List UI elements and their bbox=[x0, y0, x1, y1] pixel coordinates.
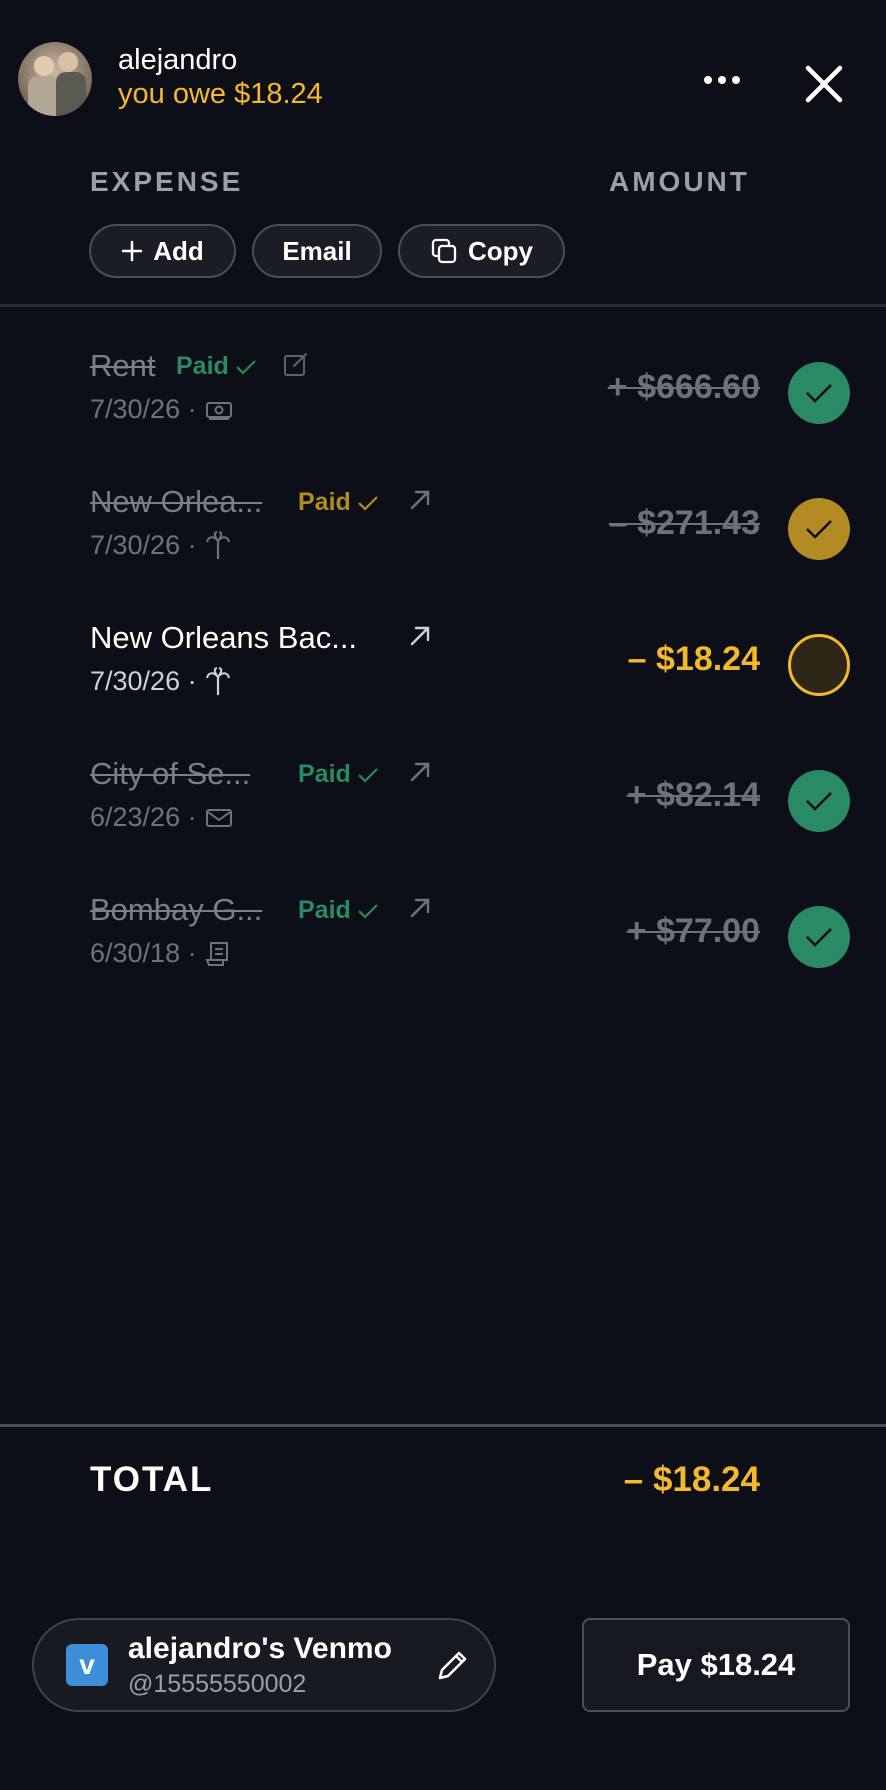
paid-badge: Paid bbox=[298, 896, 379, 925]
unpaid-status-toggle[interactable] bbox=[788, 634, 850, 696]
open-link-icon[interactable] bbox=[406, 486, 434, 514]
palm-tree-icon bbox=[205, 530, 230, 559]
open-link-icon[interactable] bbox=[406, 894, 434, 922]
paid-status-toggle[interactable] bbox=[788, 362, 850, 424]
header-divider bbox=[0, 304, 886, 307]
paid-status-toggle[interactable] bbox=[788, 498, 850, 560]
expense-row[interactable]: Bombay G... Paid 6/30/18 · + $77.00 bbox=[0, 884, 886, 1020]
expense-title: Bombay G... bbox=[90, 892, 263, 927]
paid-label: Paid bbox=[176, 352, 229, 380]
total-divider bbox=[0, 1424, 886, 1427]
owe-summary: you owe $18.24 bbox=[118, 78, 323, 110]
expense-amount: + $666.60 bbox=[607, 368, 760, 406]
expense-row[interactable]: Rent Paid 7/30/26 · + $666.60 bbox=[0, 340, 886, 476]
paid-label: Paid bbox=[298, 896, 351, 924]
venmo-account-selector[interactable]: v alejandro's Venmo @15555550002 bbox=[32, 1618, 496, 1712]
receipt-icon bbox=[205, 941, 228, 966]
expense-date: 6/23/26 · bbox=[90, 802, 233, 833]
paid-label: Paid bbox=[298, 488, 351, 516]
avatar[interactable] bbox=[18, 42, 92, 116]
check-icon bbox=[806, 520, 832, 539]
pencil-icon[interactable] bbox=[432, 1646, 472, 1686]
total-label: TOTAL bbox=[90, 1460, 214, 1499]
check-icon bbox=[236, 359, 256, 375]
expense-amount: – $271.43 bbox=[608, 504, 760, 542]
paid-badge: Paid bbox=[176, 352, 257, 381]
username: alejandro bbox=[118, 44, 238, 76]
check-icon bbox=[358, 495, 378, 511]
expense-row[interactable]: New Orlea... Paid 7/30/26 · – $271.43 bbox=[0, 476, 886, 612]
check-icon bbox=[806, 928, 832, 947]
paid-badge: Paid bbox=[298, 760, 379, 789]
palm-tree-icon bbox=[205, 666, 230, 695]
expense-amount: – $18.24 bbox=[627, 640, 760, 678]
open-link-icon[interactable] bbox=[406, 758, 434, 786]
pay-button[interactable]: Pay $18.24 bbox=[582, 1618, 850, 1712]
paid-status-toggle[interactable] bbox=[788, 770, 850, 832]
check-icon bbox=[358, 903, 378, 919]
expense-amount: + $82.14 bbox=[626, 776, 760, 814]
envelope-icon bbox=[205, 808, 232, 827]
paid-status-toggle[interactable] bbox=[788, 906, 850, 968]
close-icon[interactable] bbox=[800, 60, 848, 108]
expense-row[interactable]: City of Se... Paid 6/23/26 · + $82.14 bbox=[0, 748, 886, 884]
copy-icon bbox=[431, 238, 457, 264]
edit-note-icon[interactable] bbox=[282, 350, 310, 378]
plus-icon bbox=[121, 240, 143, 262]
copy-button-label: Copy bbox=[468, 235, 533, 266]
venmo-handle: @15555550002 bbox=[128, 1670, 307, 1698]
email-button-label: Email bbox=[282, 235, 352, 266]
add-button-label: Add bbox=[153, 235, 204, 266]
expense-amount: + $77.00 bbox=[626, 912, 760, 950]
open-link-icon[interactable] bbox=[406, 622, 434, 650]
expense-column-header: EXPENSE bbox=[90, 166, 244, 197]
venmo-logo-icon: v bbox=[66, 1644, 108, 1686]
expense-title: Rent bbox=[90, 348, 156, 383]
email-button[interactable]: Email bbox=[252, 224, 382, 278]
expense-title: City of Se... bbox=[90, 756, 251, 791]
expense-date: 7/30/26 · bbox=[90, 394, 233, 425]
more-options-icon[interactable] bbox=[696, 66, 748, 94]
paid-badge: Paid bbox=[298, 488, 379, 517]
expense-title: New Orleans Bac... bbox=[90, 620, 358, 655]
check-icon bbox=[358, 767, 378, 783]
expense-row[interactable]: New Orleans Bac... 7/30/26 · – $18.24 bbox=[0, 612, 886, 748]
expense-date: 7/30/26 · bbox=[90, 666, 231, 697]
expense-title: New Orlea... bbox=[90, 484, 263, 519]
amount-column-header: AMOUNT bbox=[609, 166, 750, 197]
total-amount: – $18.24 bbox=[623, 1460, 760, 1499]
venmo-account-name: alejandro's Venmo bbox=[128, 1632, 392, 1665]
copy-button[interactable]: Copy bbox=[398, 224, 565, 278]
cash-icon bbox=[205, 401, 232, 420]
expense-date: 7/30/26 · bbox=[90, 530, 231, 561]
add-button[interactable]: Add bbox=[89, 224, 236, 278]
paid-label: Paid bbox=[298, 760, 351, 788]
check-icon bbox=[806, 384, 832, 403]
expense-date: 6/30/18 · bbox=[90, 938, 231, 969]
check-icon bbox=[806, 792, 832, 811]
